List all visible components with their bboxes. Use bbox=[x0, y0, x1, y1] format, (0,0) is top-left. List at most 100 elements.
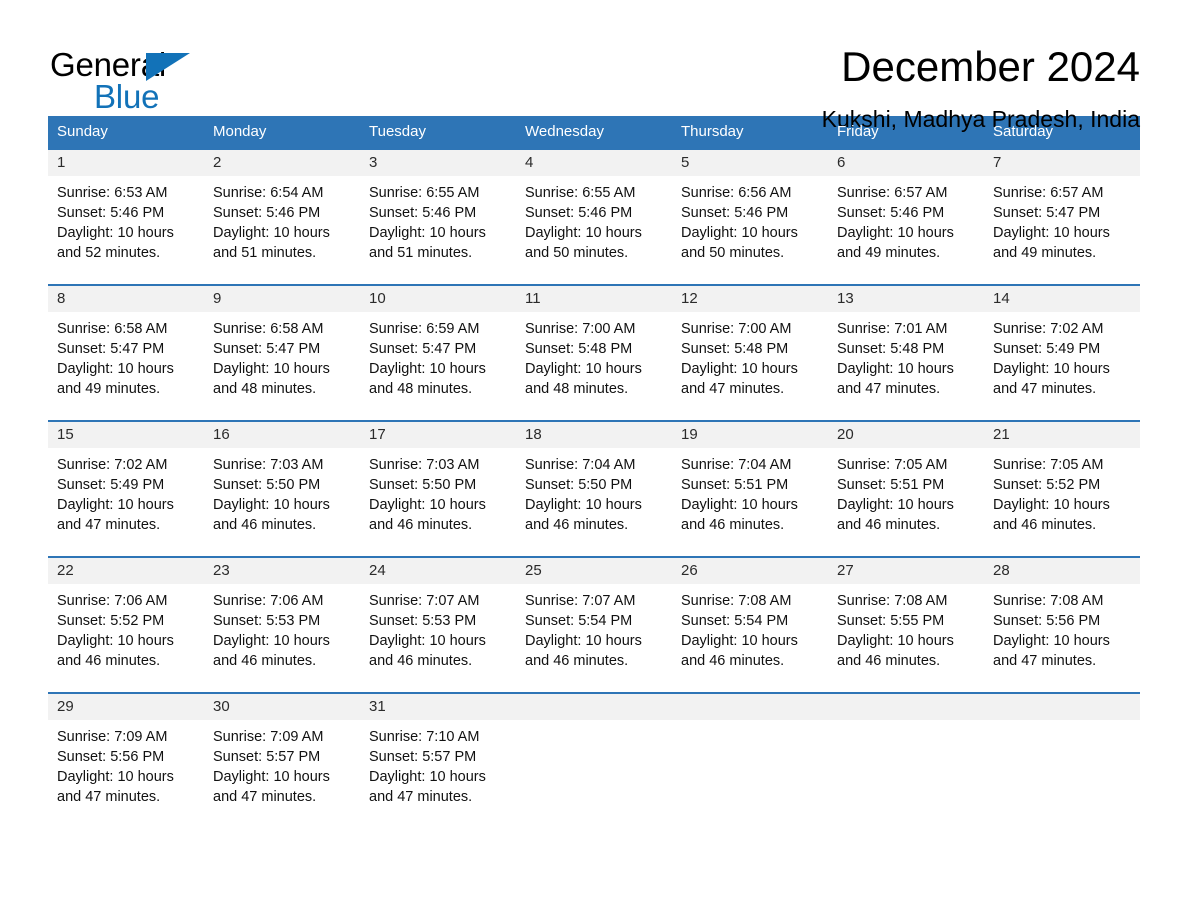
sunset-text: Sunset: 5:56 PM bbox=[993, 613, 1101, 629]
daylight-text-line1: Daylight: 10 hours bbox=[369, 633, 486, 649]
daylight-text-line2: and 52 minutes. bbox=[57, 245, 161, 261]
daylight-text-line1: Daylight: 10 hours bbox=[213, 769, 330, 785]
calendar-day-cell[interactable]: 26 Sunrise: 7:08 AM Sunset: 5:54 PM Dayligh… bbox=[672, 558, 828, 683]
day-number-bar: 6 bbox=[828, 150, 984, 176]
day-number-bar: 30 bbox=[204, 694, 360, 720]
sunrise-text: Sunrise: 7:09 AM bbox=[213, 729, 324, 745]
daylight-text-line1: Daylight: 10 hours bbox=[369, 225, 486, 241]
day-number-bar: 2 bbox=[204, 150, 360, 176]
daylight-text-line2: and 49 minutes. bbox=[837, 245, 941, 261]
daylight-text-line1: Daylight: 10 hours bbox=[213, 361, 330, 377]
day-number-bar: 28 bbox=[984, 558, 1140, 584]
day-details: Sunrise: 7:10 AM Sunset: 5:57 PM Daylight:… bbox=[360, 720, 516, 807]
day-number-bar: 7 bbox=[984, 150, 1140, 176]
calendar-day-cell[interactable]: 22 Sunrise: 7:06 AM Sunset: 5:52 PM Dayligh… bbox=[48, 558, 204, 683]
sunrise-text: Sunrise: 7:05 AM bbox=[837, 457, 948, 473]
day-details: Sunrise: 7:08 AM Sunset: 5:56 PM Daylight:… bbox=[984, 584, 1140, 671]
sunrise-text: Sunrise: 6:53 AM bbox=[57, 185, 168, 201]
day-number: 28 bbox=[993, 562, 1010, 579]
day-of-week-header-row: Sunday Monday Tuesday Wednesday Thursday… bbox=[48, 116, 1140, 148]
day-number-bar: 16 bbox=[204, 422, 360, 448]
calendar-day-cell[interactable]: 12 Sunrise: 7:00 AM Sunset: 5:48 PM Dayligh… bbox=[672, 286, 828, 411]
sunrise-text: Sunrise: 7:04 AM bbox=[681, 457, 792, 473]
day-number-bar: 18 bbox=[516, 422, 672, 448]
day-number-bar: 9 bbox=[204, 286, 360, 312]
daylight-text-line1: Daylight: 10 hours bbox=[57, 769, 174, 785]
daylight-text-line1: Daylight: 10 hours bbox=[525, 497, 642, 513]
day-details bbox=[672, 720, 828, 727]
day-details: Sunrise: 6:55 AM Sunset: 5:46 PM Daylight:… bbox=[516, 176, 672, 263]
sunset-text: Sunset: 5:52 PM bbox=[993, 477, 1101, 493]
day-number: 23 bbox=[213, 562, 230, 579]
day-number: 26 bbox=[681, 562, 698, 579]
day-number: 6 bbox=[837, 154, 846, 171]
dow-friday: Friday bbox=[837, 123, 879, 140]
dow-tuesday: Tuesday bbox=[369, 123, 426, 140]
calendar-day-cell[interactable]: 5 Sunrise: 6:56 AM Sunset: 5:46 PM Daylight… bbox=[672, 150, 828, 275]
calendar-day-cell[interactable]: 16 Sunrise: 7:03 AM Sunset: 5:50 PM Dayligh… bbox=[204, 422, 360, 547]
daylight-text-line2: and 46 minutes. bbox=[681, 517, 785, 533]
calendar-page: General Blue December 2024 Kukshi, Madhy… bbox=[0, 0, 1188, 918]
calendar-day-cell[interactable]: 24 Sunrise: 7:07 AM Sunset: 5:53 PM Dayligh… bbox=[360, 558, 516, 683]
calendar-day-cell[interactable]: 20 Sunrise: 7:05 AM Sunset: 5:51 PM Dayligh… bbox=[828, 422, 984, 547]
daylight-text-line2: and 46 minutes. bbox=[837, 653, 941, 669]
calendar-day-cell[interactable]: 31 Sunrise: 7:10 AM Sunset: 5:57 PM Dayligh… bbox=[360, 694, 516, 812]
calendar-day-cell[interactable]: 13 Sunrise: 7:01 AM Sunset: 5:48 PM Dayligh… bbox=[828, 286, 984, 411]
sunset-text: Sunset: 5:49 PM bbox=[993, 341, 1101, 357]
calendar-day-cell[interactable]: 3 Sunrise: 6:55 AM Sunset: 5:46 PM Daylight… bbox=[360, 150, 516, 275]
sunset-text: Sunset: 5:57 PM bbox=[213, 749, 321, 765]
daylight-text-line1: Daylight: 10 hours bbox=[681, 497, 798, 513]
calendar-day-cell[interactable]: 2 Sunrise: 6:54 AM Sunset: 5:46 PM Daylight… bbox=[204, 150, 360, 275]
sunrise-text: Sunrise: 6:56 AM bbox=[681, 185, 792, 201]
daylight-text-line2: and 47 minutes. bbox=[369, 789, 473, 805]
daylight-text-line2: and 49 minutes. bbox=[993, 245, 1097, 261]
calendar-day-cell[interactable]: 14 Sunrise: 7:02 AM Sunset: 5:49 PM Dayligh… bbox=[984, 286, 1140, 411]
calendar-day-cell[interactable]: 28 Sunrise: 7:08 AM Sunset: 5:56 PM Dayligh… bbox=[984, 558, 1140, 683]
calendar-day-cell[interactable]: 27 Sunrise: 7:08 AM Sunset: 5:55 PM Dayligh… bbox=[828, 558, 984, 683]
sunset-text: Sunset: 5:52 PM bbox=[57, 613, 165, 629]
daylight-text-line1: Daylight: 10 hours bbox=[213, 633, 330, 649]
calendar-day-cell[interactable]: 23 Sunrise: 7:06 AM Sunset: 5:53 PM Dayligh… bbox=[204, 558, 360, 683]
calendar-day-cell[interactable]: 11 Sunrise: 7:00 AM Sunset: 5:48 PM Dayligh… bbox=[516, 286, 672, 411]
day-details: Sunrise: 7:00 AM Sunset: 5:48 PM Daylight:… bbox=[516, 312, 672, 399]
day-number-bar: 20 bbox=[828, 422, 984, 448]
sunset-text: Sunset: 5:47 PM bbox=[213, 341, 321, 357]
generalblue-logo[interactable]: General Blue bbox=[48, 42, 208, 116]
calendar-day-cell[interactable]: 30 Sunrise: 7:09 AM Sunset: 5:57 PM Dayligh… bbox=[204, 694, 360, 812]
day-details: Sunrise: 7:07 AM Sunset: 5:53 PM Daylight:… bbox=[360, 584, 516, 671]
day-details: Sunrise: 6:59 AM Sunset: 5:47 PM Daylight:… bbox=[360, 312, 516, 399]
day-number: 11 bbox=[525, 290, 541, 307]
day-number-bar: 23 bbox=[204, 558, 360, 584]
calendar-day-cell[interactable]: 4 Sunrise: 6:55 AM Sunset: 5:46 PM Daylight… bbox=[516, 150, 672, 275]
daylight-text-line2: and 46 minutes. bbox=[369, 653, 473, 669]
daylight-text-line2: and 47 minutes. bbox=[57, 789, 161, 805]
day-number: 16 bbox=[213, 426, 230, 443]
calendar-day-cell[interactable]: 1 Sunrise: 6:53 AM Sunset: 5:46 PM Daylight… bbox=[48, 150, 204, 275]
calendar-day-cell[interactable]: 21 Sunrise: 7:05 AM Sunset: 5:52 PM Dayligh… bbox=[984, 422, 1140, 547]
daylight-text-line2: and 48 minutes. bbox=[213, 381, 317, 397]
calendar-day-cell[interactable]: 29 Sunrise: 7:09 AM Sunset: 5:56 PM Dayligh… bbox=[48, 694, 204, 812]
day-number-bar: 13 bbox=[828, 286, 984, 312]
calendar-day-cell[interactable]: 9 Sunrise: 6:58 AM Sunset: 5:47 PM Daylight… bbox=[204, 286, 360, 411]
sunrise-text: Sunrise: 7:10 AM bbox=[369, 729, 480, 745]
day-details: Sunrise: 6:53 AM Sunset: 5:46 PM Daylight:… bbox=[48, 176, 204, 263]
calendar-day-cell[interactable]: 19 Sunrise: 7:04 AM Sunset: 5:51 PM Dayligh… bbox=[672, 422, 828, 547]
calendar-day-cell[interactable]: 15 Sunrise: 7:02 AM Sunset: 5:49 PM Dayligh… bbox=[48, 422, 204, 547]
sunrise-text: Sunrise: 7:05 AM bbox=[993, 457, 1104, 473]
calendar-day-cell[interactable]: 25 Sunrise: 7:07 AM Sunset: 5:54 PM Dayligh… bbox=[516, 558, 672, 683]
calendar-day-cell[interactable]: 18 Sunrise: 7:04 AM Sunset: 5:50 PM Dayligh… bbox=[516, 422, 672, 547]
calendar-day-cell-empty bbox=[828, 694, 984, 812]
calendar-weeks: 1 Sunrise: 6:53 AM Sunset: 5:46 PM Daylight… bbox=[48, 148, 1140, 812]
sunrise-text: Sunrise: 6:58 AM bbox=[213, 321, 324, 337]
calendar-week-row: 29 Sunrise: 7:09 AM Sunset: 5:56 PM Dayligh… bbox=[48, 692, 1140, 812]
day-number: 19 bbox=[681, 426, 698, 443]
daylight-text-line1: Daylight: 10 hours bbox=[837, 225, 954, 241]
sunrise-text: Sunrise: 7:03 AM bbox=[213, 457, 324, 473]
calendar-day-cell[interactable]: 8 Sunrise: 6:58 AM Sunset: 5:47 PM Daylight… bbox=[48, 286, 204, 411]
day-number: 15 bbox=[57, 426, 74, 443]
page-header: General Blue December 2024 Kukshi, Madhy… bbox=[48, 0, 1140, 132]
calendar-day-cell[interactable]: 6 Sunrise: 6:57 AM Sunset: 5:46 PM Daylight… bbox=[828, 150, 984, 275]
calendar-day-cell[interactable]: 17 Sunrise: 7:03 AM Sunset: 5:50 PM Dayligh… bbox=[360, 422, 516, 547]
calendar-day-cell[interactable]: 10 Sunrise: 6:59 AM Sunset: 5:47 PM Dayligh… bbox=[360, 286, 516, 411]
calendar-day-cell[interactable]: 7 Sunrise: 6:57 AM Sunset: 5:47 PM Daylight… bbox=[984, 150, 1140, 275]
